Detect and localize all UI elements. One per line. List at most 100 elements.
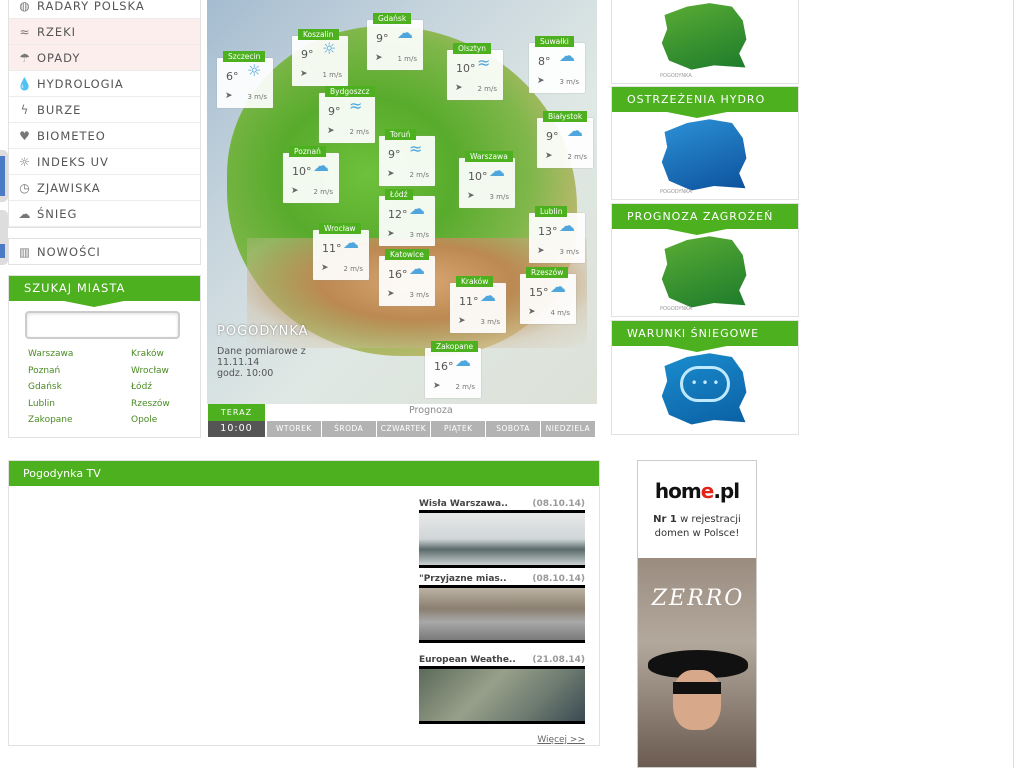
video-thumbnail[interactable] [419, 666, 585, 724]
side-tab-1[interactable] [0, 150, 8, 202]
cloud-icon: ≈ [349, 96, 363, 115]
panel-threat-forecast[interactable]: PROGNOZA ZAGROŻEŃ POGODYNKA [611, 203, 799, 317]
wind-arrow-icon: ➤ [387, 229, 395, 239]
city-weather-box[interactable]: Poznań 10° ☁ ➤ 2 m/s [283, 146, 339, 203]
advertisement[interactable]: home.pl Nr 1 w rejestracji domen w Polsc… [637, 460, 757, 768]
side-tab-2[interactable] [0, 210, 8, 265]
menu-item-label: RADARY POLSKA [37, 0, 145, 13]
city-weather-box[interactable]: Wrocław 11° ☁ ➤ 2 m/s [313, 223, 369, 280]
cloud-icon: ☁ [409, 199, 425, 218]
city-weather-box[interactable]: Koszalin 9° ☼ ➤ 1 m/s [292, 29, 348, 86]
ad-nr: Nr 1 [653, 514, 677, 525]
menu-item-8[interactable]: ☁ ŚNIEG [9, 201, 200, 227]
forecast-days: WTOREK ŚRODA CZWARTEK PIĄTEK SOBOTA NIEDZIELA [267, 421, 596, 437]
menu-item-2[interactable]: ☂ OPADY [9, 45, 200, 71]
city-link[interactable]: Kraków [131, 349, 201, 362]
city-temp: 9° [388, 148, 401, 161]
tab-day[interactable]: WTOREK [267, 421, 321, 437]
video-thumbnail[interactable] [419, 510, 585, 568]
wind-speed: 3 m/s [489, 193, 509, 201]
page-border [1013, 0, 1014, 768]
wind-arrow-icon: ➤ [375, 53, 383, 63]
tab-now[interactable]: TERAZ 10:00 [208, 404, 265, 437]
menu-item-7[interactable]: ◷ ZJAWISKA [9, 175, 200, 201]
menu-item-0[interactable]: ◍ RADARY POLSKA [9, 0, 200, 19]
snow-cloud-icon: ☁ [18, 206, 32, 221]
tab-day[interactable]: NIEDZIELA [540, 421, 595, 437]
menu-item-label: BURZE [37, 102, 82, 117]
city-temp: 13° [538, 225, 558, 238]
city-weather-box[interactable]: Kraków 11° ☁ ➤ 3 m/s [450, 276, 506, 333]
poland-green-map [661, 236, 747, 308]
city-weather-box[interactable]: Łódź 12° ☁ ➤ 3 m/s [379, 189, 435, 246]
city-link[interactable]: Lublin [28, 399, 131, 412]
panel-radar[interactable]: POGODYNKA [611, 0, 799, 84]
menu-item-5[interactable]: ♥ BIOMETEO [9, 123, 200, 149]
wind-speed: 2 m/s [343, 265, 363, 273]
city-temp: 6° [226, 70, 239, 83]
wind-arrow-icon: ➤ [300, 69, 308, 79]
tv-title: Pogodynka TV [9, 461, 599, 486]
wind-arrow-icon: ➤ [537, 76, 545, 86]
city-link[interactable]: Rzeszów [131, 399, 201, 412]
measure-time: godz. 10:00 [217, 368, 274, 379]
wind-arrow-icon: ➤ [387, 169, 395, 179]
cloud-icon: ☼ [247, 61, 262, 80]
menu-item-4[interactable]: ϟ BURZE [9, 97, 200, 123]
city-link[interactable]: Gdańsk [28, 382, 131, 395]
video-item[interactable]: European Weathe.. (21.08.14) [419, 654, 585, 724]
wind-speed: 3 m/s [480, 318, 500, 326]
tab-day[interactable]: ŚRODA [321, 421, 376, 437]
heart-icon: ♥ [19, 128, 31, 143]
panel-snow-conditions[interactable]: WARUNKI ŚNIEGOWE • • • [611, 320, 799, 435]
city-weather-box[interactable]: Rzeszów 15° ☁ ➤ 4 m/s [520, 267, 576, 324]
city-weather-box[interactable]: Katowice 16° ☁ ➤ 3 m/s [379, 249, 435, 306]
ad-text: Nr 1 w rejestracji domen w Polsce! [638, 513, 756, 541]
menu-item-label: NOWOŚCI [37, 244, 101, 259]
wind-speed: 2 m/s [349, 128, 369, 136]
city-link[interactable]: Poznań [28, 366, 131, 379]
city-link[interactable]: Łódź [131, 382, 201, 395]
city-weather-box[interactable]: Bydgoszcz 9° ≈ ➤ 2 m/s [319, 86, 375, 143]
city-weather-box[interactable]: Suwałki 8° ☁ ➤ 3 m/s [529, 36, 585, 93]
wind-arrow-icon: ➤ [433, 381, 441, 391]
snow-cloud-icon: • • • [680, 366, 730, 402]
weather-map[interactable]: POGODYNKA Dane pomiarowe z 11.11.14 godz… [207, 0, 597, 404]
panel-title: OSTRZEŻENIA HYDRO [612, 87, 798, 118]
now-time: 10:00 [208, 421, 265, 437]
city-temp: 9° [376, 32, 389, 45]
city-temp: 8° [538, 55, 551, 68]
city-weather-box[interactable]: Olsztyn 10° ≈ ➤ 2 m/s [447, 43, 503, 100]
tab-day[interactable]: PIĄTEK [431, 421, 486, 437]
city-link[interactable]: Opole [131, 415, 201, 428]
menu-item-6[interactable]: ☼ INDEKS UV [9, 149, 200, 175]
menu-item-news[interactable]: ▥ NOWOŚCI [8, 238, 201, 265]
city-weather-box[interactable]: Białystok 9° ☁ ➤ 2 m/s [537, 111, 593, 168]
video-item[interactable]: Wisła Warszawa.. (08.10.14) [419, 498, 585, 568]
city-weather-box[interactable]: Zakopane 16° ☁ ➤ 2 m/s [425, 341, 481, 398]
city-weather-box[interactable]: Toruń 9° ≈ ➤ 2 m/s [379, 129, 435, 186]
city-weather-box[interactable]: Lublin 13° ☁ ➤ 3 m/s [529, 206, 585, 263]
more-videos-link[interactable]: Więcej >> [537, 735, 585, 745]
tab-day[interactable]: CZWARTEK [376, 421, 431, 437]
video-item[interactable]: "Przyjazne mias.. (08.10.14) [419, 573, 585, 643]
video-title: Wisła Warszawa.. [419, 499, 508, 509]
city-weather-box[interactable]: Warszawa 10° ☁ ➤ 3 m/s [459, 151, 515, 208]
city-link[interactable]: Warszawa [28, 349, 131, 362]
wind-speed: 2 m/s [477, 85, 497, 93]
panel-hydro-warnings[interactable]: OSTRZEŻENIA HYDRO POGODYNKA [611, 86, 799, 200]
menu-item-1[interactable]: ≈ RZEKI [9, 19, 200, 45]
city-temp: 11° [459, 295, 479, 308]
city-weather-box[interactable]: Gdańsk 9° ☁ ➤ 1 m/s [367, 13, 423, 70]
menu-item-3[interactable]: 💧 HYDROLOGIA [9, 71, 200, 97]
city-search-input[interactable] [25, 311, 180, 339]
wind-arrow-icon: ➤ [327, 126, 335, 136]
video-thumbnail[interactable] [419, 585, 585, 643]
city-link[interactable]: Wrocław [131, 366, 201, 379]
video-title: "Przyjazne mias.. [419, 574, 507, 584]
city-link[interactable]: Zakopane [28, 415, 131, 428]
measurement-info: Dane pomiarowe z 11.11.14 godz. 10:00 [217, 346, 306, 379]
wind-speed: 2 m/s [313, 188, 333, 196]
tab-day[interactable]: SOBOTA [486, 421, 540, 437]
city-weather-box[interactable]: Szczecin 6° ☼ ➤ 3 m/s [217, 51, 273, 108]
